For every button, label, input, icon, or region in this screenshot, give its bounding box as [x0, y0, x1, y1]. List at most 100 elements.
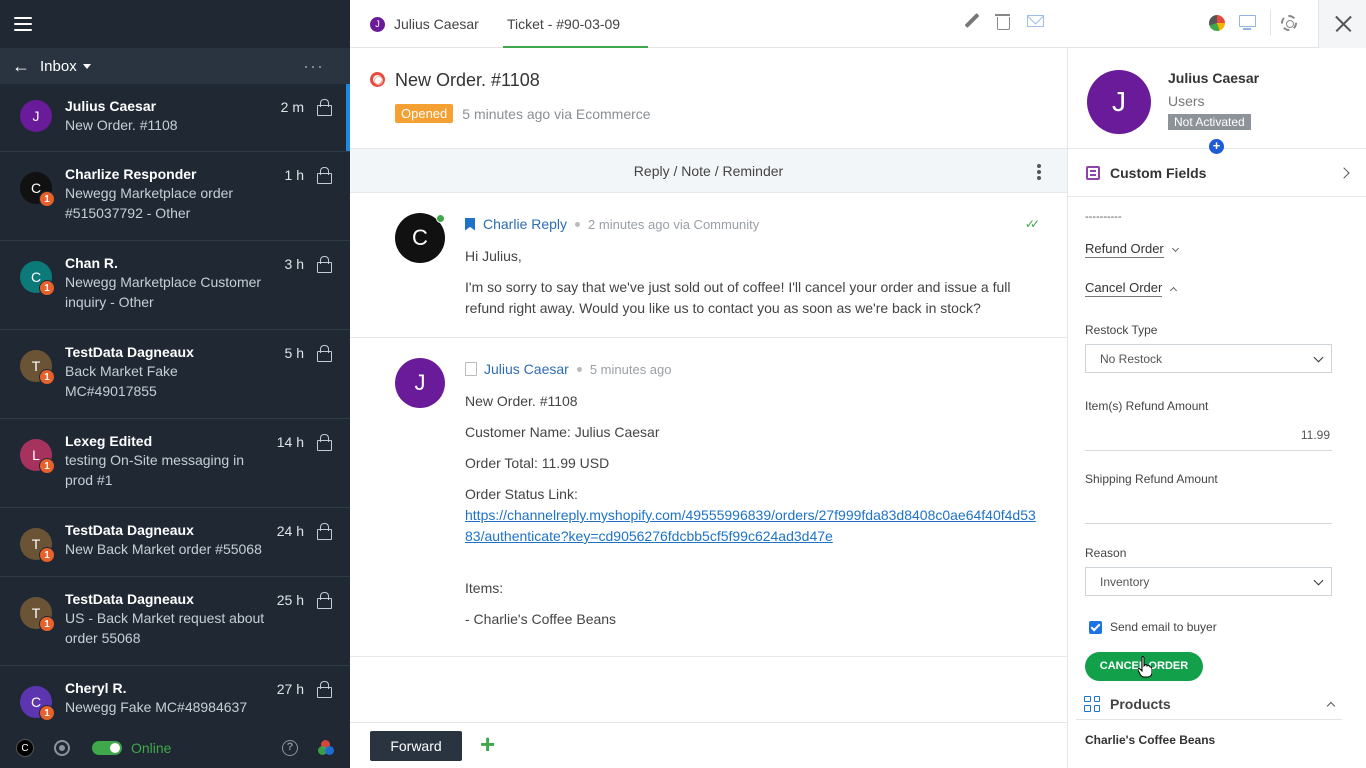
conversation-item[interactable]: T1 TestData Dagneaux 5 h Back Market Fak… [0, 330, 350, 419]
mail-icon[interactable] [1027, 15, 1044, 27]
conversation-item[interactable]: T1 TestData Dagneaux 24 h New Back Marke… [0, 508, 350, 577]
conversation-name: Julius Caesar [65, 98, 157, 114]
customer-profile: J Julius Caesar Users Not Activated + [1068, 48, 1366, 154]
conversation-item[interactable]: T1 TestData Dagneaux 25 h US - Back Mark… [0, 577, 350, 666]
conversation-subject: testing On-Site messaging in prod #1 [65, 452, 244, 488]
divider-text: ---------- [1085, 211, 1122, 223]
avatar-letter: T [31, 358, 41, 374]
lock-icon[interactable] [317, 256, 332, 273]
conversation-subject: Back Market Fake MC#49017855 [65, 363, 178, 399]
reason-label: Reason [1085, 546, 1127, 560]
avatar: L1 [20, 439, 55, 474]
order-status-link[interactable]: https://channelreply.myshopify.com/49555… [465, 507, 1036, 544]
unread-badge: 1 [39, 547, 55, 563]
lock-icon[interactable] [317, 99, 332, 116]
message-author[interactable]: Julius Caesar [484, 361, 569, 377]
chevron-down-icon[interactable] [82, 63, 91, 69]
conversation-subject: Newegg Marketplace order #515037792 - Ot… [65, 185, 234, 221]
conversation-item[interactable]: C1 Charlize Responder 1 h Newegg Marketp… [0, 152, 350, 241]
apps-icon[interactable] [318, 740, 334, 756]
send-email-checkbox[interactable] [1089, 620, 1102, 634]
shipping-refund-input[interactable] [1085, 493, 1332, 524]
reply-bar-label: Reply / Note / Reminder [633, 163, 784, 179]
message-line: I'm so sorry to say that we've just sold… [465, 279, 1011, 316]
conversation-item[interactable]: C1 Chan R. 3 h Newegg Marketplace Custom… [0, 241, 350, 330]
status-badge[interactable]: Opened [395, 104, 454, 123]
settings-icon[interactable] [54, 740, 70, 756]
conversation-item[interactable]: J Julius Caesar 2 m New Order. #1108 [0, 84, 350, 152]
reply-note-reminder-bar[interactable]: Reply / Note / Reminder [350, 149, 1067, 193]
lock-icon[interactable] [317, 345, 332, 362]
refund-order-toggle[interactable]: Refund Order [1085, 241, 1349, 258]
conversation-name: TestData Dagneaux [65, 344, 194, 360]
help-icon[interactable]: ? [282, 740, 298, 756]
my-avatar[interactable]: C [16, 739, 34, 757]
conversation-time: 24 h [276, 523, 304, 539]
conversation-name: Cheryl R. [65, 680, 127, 696]
cancel-order-toggle[interactable]: Cancel Order [1085, 280, 1349, 297]
lock-icon[interactable] [317, 434, 332, 451]
document-icon [465, 362, 477, 376]
add-icon[interactable]: + [1209, 139, 1224, 154]
avatar: C [395, 213, 445, 263]
sidebar-topbar: 80 + [0, 0, 1366, 768]
conversation-list: J Julius Caesar 2 m New Order. #1108 C1 … [0, 84, 350, 728]
cancel-order-form: ---------- Refund Order Cancel Order Res… [1068, 211, 1366, 681]
lock-icon[interactable] [317, 681, 332, 698]
avatar-letter: J [414, 370, 426, 395]
edit-icon[interactable] [964, 13, 978, 29]
customer-role: Users [1168, 93, 1205, 109]
inbox-dropdown[interactable]: Inbox [40, 58, 77, 75]
chevron-down-icon [1171, 244, 1179, 252]
product-item[interactable]: Charlie's Coffee Beans [1085, 733, 1215, 747]
avatar: J [20, 100, 52, 132]
conversation-name: TestData Dagneaux [65, 522, 194, 538]
custom-fields-title: Custom Fields [1110, 164, 1207, 181]
restock-type-select[interactable]: No Restock [1085, 344, 1332, 373]
conversation-item[interactable]: C1 Cheryl R. 27 h Newegg Fake MC#4898463… [0, 666, 350, 728]
products-header[interactable]: Products [1076, 688, 1342, 720]
item-refund-input[interactable]: 11.99 [1085, 420, 1332, 451]
conversation-subject: Newegg Marketplace Customer inquiry - Ot… [65, 274, 262, 310]
custom-fields-header[interactable]: Custom Fields [1068, 149, 1366, 197]
chevron-up-icon [1170, 286, 1178, 294]
tab-ticket[interactable]: Ticket - #90-03-09 [502, 0, 649, 48]
top-header: J Julius Caesar Ticket - #90-03-09 [350, 0, 1366, 48]
cancel-order-label: Cancel Order [1085, 280, 1163, 297]
tab-user[interactable]: J Julius Caesar [370, 0, 479, 48]
menu-icon[interactable] [14, 17, 32, 31]
close-icon[interactable] [1318, 0, 1366, 48]
reason-select[interactable]: Inventory [1085, 567, 1332, 596]
forward-button[interactable]: Forward [370, 731, 462, 761]
message-line: New Order. #1108 [465, 393, 578, 409]
message-time: 5 minutes ago [589, 361, 672, 377]
divider [1270, 10, 1271, 36]
conversation-name: TestData Dagneaux [65, 591, 194, 607]
add-icon[interactable]: + [480, 729, 495, 759]
chevron-up-icon[interactable] [1326, 701, 1336, 710]
monitor-icon[interactable] [1239, 15, 1256, 30]
chevron-right-icon[interactable] [1338, 166, 1350, 179]
conversation-item[interactable]: L1 Lexeg Edited 14 h testing On-Site mes… [0, 419, 350, 508]
status-badge: Not Activated [1168, 114, 1251, 130]
avatar: J [370, 16, 385, 32]
message-author[interactable]: Charlie Reply [483, 216, 567, 232]
trash-icon[interactable] [995, 13, 1010, 30]
conversation-time: 3 h [284, 256, 304, 272]
avatar: T1 [20, 350, 55, 385]
conversation-subject: New Order. #1108 [65, 117, 178, 133]
more-vertical-icon[interactable] [1037, 164, 1041, 180]
pie-chart-icon[interactable] [1209, 15, 1225, 31]
unread-badge: 1 [39, 369, 55, 385]
more-options-icon[interactable]: ··· [303, 57, 324, 75]
lock-icon[interactable] [317, 523, 332, 540]
gear-icon[interactable] [1281, 15, 1297, 31]
back-arrow-icon[interactable]: ← [12, 57, 30, 75]
online-toggle[interactable] [92, 741, 122, 755]
lock-icon[interactable] [317, 167, 332, 184]
send-email-row[interactable]: Send email to buyer [1085, 620, 1349, 634]
restock-type-label: Restock Type [1085, 323, 1158, 337]
message-body: New Order. #1108 Customer Name: Julius C… [465, 391, 1037, 630]
ticket-meta: 5 minutes ago via Ecommerce [462, 105, 651, 122]
lock-icon[interactable] [317, 592, 332, 609]
